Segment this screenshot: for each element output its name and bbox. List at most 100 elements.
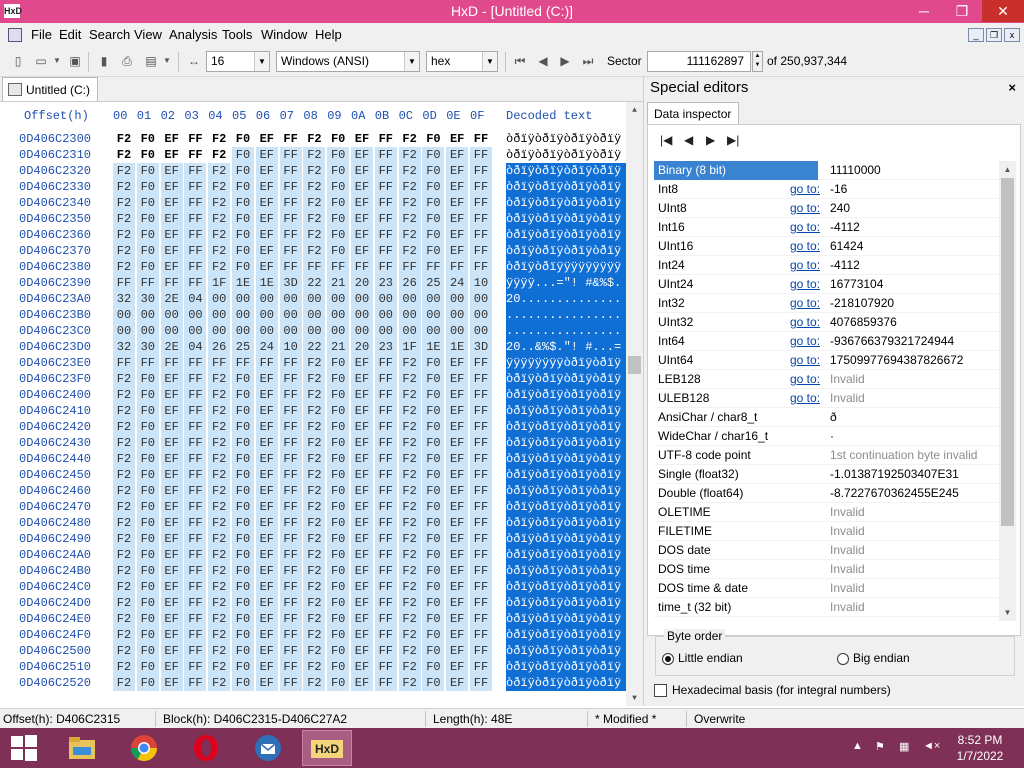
hex-byte[interactable]: FF [184,419,207,435]
last-sector-icon[interactable]: ⏭ [580,53,596,69]
hex-byte[interactable]: 00 [160,307,183,323]
inspector-value[interactable]: Invalid [825,370,865,389]
hex-byte[interactable]: F0 [232,179,254,195]
hex-byte[interactable]: F0 [422,147,445,163]
hex-byte[interactable]: 00 [255,307,278,323]
hex-byte[interactable]: 00 [113,323,135,339]
hex-byte[interactable]: 20 [351,339,373,355]
hex-byte[interactable]: F2 [113,435,135,451]
hex-byte[interactable]: EF [351,211,373,227]
inspector-row[interactable]: ULEB128 go to: Invalid [654,389,999,408]
hex-byte[interactable]: EF [255,147,278,163]
hex-byte[interactable]: 00 [470,291,492,307]
hex-byte[interactable]: FF [470,563,492,579]
hex-byte[interactable]: F2 [113,675,135,691]
hex-byte[interactable]: EF [160,403,183,419]
inspector-value[interactable]: 1st continuation byte invalid [825,446,977,465]
decoded-text[interactable]: òðïÿòðïÿòðïÿòðïÿ [506,451,626,467]
export-icon[interactable]: ▤ [143,53,159,69]
new-file-icon[interactable]: ▯ [10,53,26,69]
hex-byte[interactable]: F0 [422,435,445,451]
hex-byte[interactable]: F2 [113,259,135,275]
decoded-text[interactable]: òðïÿòðïÿòðïÿòðïÿ [506,195,626,211]
hex-byte[interactable]: FF [374,211,397,227]
hex-byte[interactable]: F0 [327,147,350,163]
hex-byte[interactable]: EF [446,211,469,227]
hex-byte[interactable]: EF [160,371,183,387]
hex-byte[interactable]: FF [374,563,397,579]
hex-byte[interactable]: FF [470,355,492,371]
hex-byte[interactable]: F2 [398,675,421,691]
hex-byte[interactable]: F0 [232,147,254,163]
hex-byte[interactable]: F2 [113,499,135,515]
hex-byte[interactable]: F0 [327,227,350,243]
hex-byte[interactable]: FF [422,259,445,275]
hex-byte[interactable]: F0 [327,611,350,627]
hex-byte[interactable]: EF [446,483,469,499]
hex-byte[interactable]: FF [470,403,492,419]
hex-byte[interactable]: F0 [232,563,254,579]
hex-byte[interactable]: 3D [470,339,492,355]
minimize-button[interactable]: ─ [906,0,942,22]
hex-byte[interactable]: EF [160,227,183,243]
hex-byte[interactable]: 23 [374,339,397,355]
inspector-value[interactable]: Invalid [825,503,865,522]
hex-byte[interactable]: F0 [232,499,254,515]
hex-byte[interactable]: FF [184,579,207,595]
hex-byte[interactable]: F0 [422,355,445,371]
hex-byte[interactable]: 00 [255,291,278,307]
hex-byte[interactable]: F0 [422,403,445,419]
hex-byte[interactable]: EF [255,371,278,387]
hex-byte[interactable]: F2 [303,595,326,611]
hex-byte[interactable]: F0 [327,531,350,547]
hex-byte[interactable]: FF [184,659,207,675]
hex-byte[interactable]: EF [351,131,373,147]
hex-byte[interactable]: F2 [113,531,135,547]
hex-byte[interactable]: F0 [422,195,445,211]
hex-byte[interactable]: FF [374,483,397,499]
hex-byte[interactable]: F2 [303,419,326,435]
hex-byte[interactable]: F2 [208,371,231,387]
decoded-text[interactable]: òðïÿòðïÿÿÿÿÿÿÿÿÿ [506,259,626,275]
menu-edit[interactable]: Edit [59,27,81,42]
inspector-value[interactable]: -218107920 [825,294,894,313]
hex-byte[interactable]: F0 [232,419,254,435]
hex-byte[interactable]: EF [255,451,278,467]
hex-byte[interactable]: F0 [327,579,350,595]
hex-byte[interactable]: FF [375,131,397,147]
mdi-restore-button[interactable]: ❐ [986,28,1002,42]
hex-byte[interactable]: FF [279,627,302,643]
hex-byte[interactable]: F2 [303,547,326,563]
hex-byte[interactable]: FF [280,131,302,147]
hex-basis-checkbox[interactable] [654,684,667,697]
hex-byte[interactable]: FF [279,499,302,515]
hex-byte[interactable]: F2 [398,419,421,435]
hex-byte[interactable]: EF [446,595,469,611]
hex-byte[interactable]: F2 [113,595,135,611]
hex-byte[interactable]: F2 [113,147,135,163]
hex-byte[interactable]: EF [255,467,278,483]
hex-byte[interactable]: F0 [136,595,159,611]
first-icon[interactable]: |◀ [660,133,672,147]
hex-byte[interactable]: F0 [136,531,159,547]
base-select[interactable]: hex ▼ [426,51,498,72]
inspector-value[interactable]: -4112 [825,218,860,237]
hex-byte[interactable]: F0 [136,403,159,419]
decoded-text[interactable]: òðïÿòðïÿòðïÿòðïÿ [506,467,626,483]
scroll-thumb[interactable] [1001,178,1014,526]
hex-byte[interactable]: EF [255,659,278,675]
hex-byte[interactable]: EF [446,675,469,691]
hex-byte[interactable]: FF [470,467,492,483]
scroll-up-icon[interactable]: ▲ [999,161,1016,178]
hex-byte[interactable]: F2 [113,467,135,483]
inspector-value[interactable]: -936766379321724944 [825,332,954,351]
hex-byte[interactable]: 00 [303,323,326,339]
menu-help[interactable]: Help [315,27,342,42]
inspector-row[interactable]: LEB128 go to: Invalid [654,370,999,389]
hex-byte[interactable]: 30 [136,339,159,355]
decoded-text[interactable]: òðïÿòðïÿòðïÿòðïÿ [506,563,626,579]
hex-byte[interactable]: FF [184,227,207,243]
hex-byte[interactable]: F0 [422,387,445,403]
hex-byte[interactable]: F2 [398,371,421,387]
hex-byte[interactable]: F2 [398,531,421,547]
